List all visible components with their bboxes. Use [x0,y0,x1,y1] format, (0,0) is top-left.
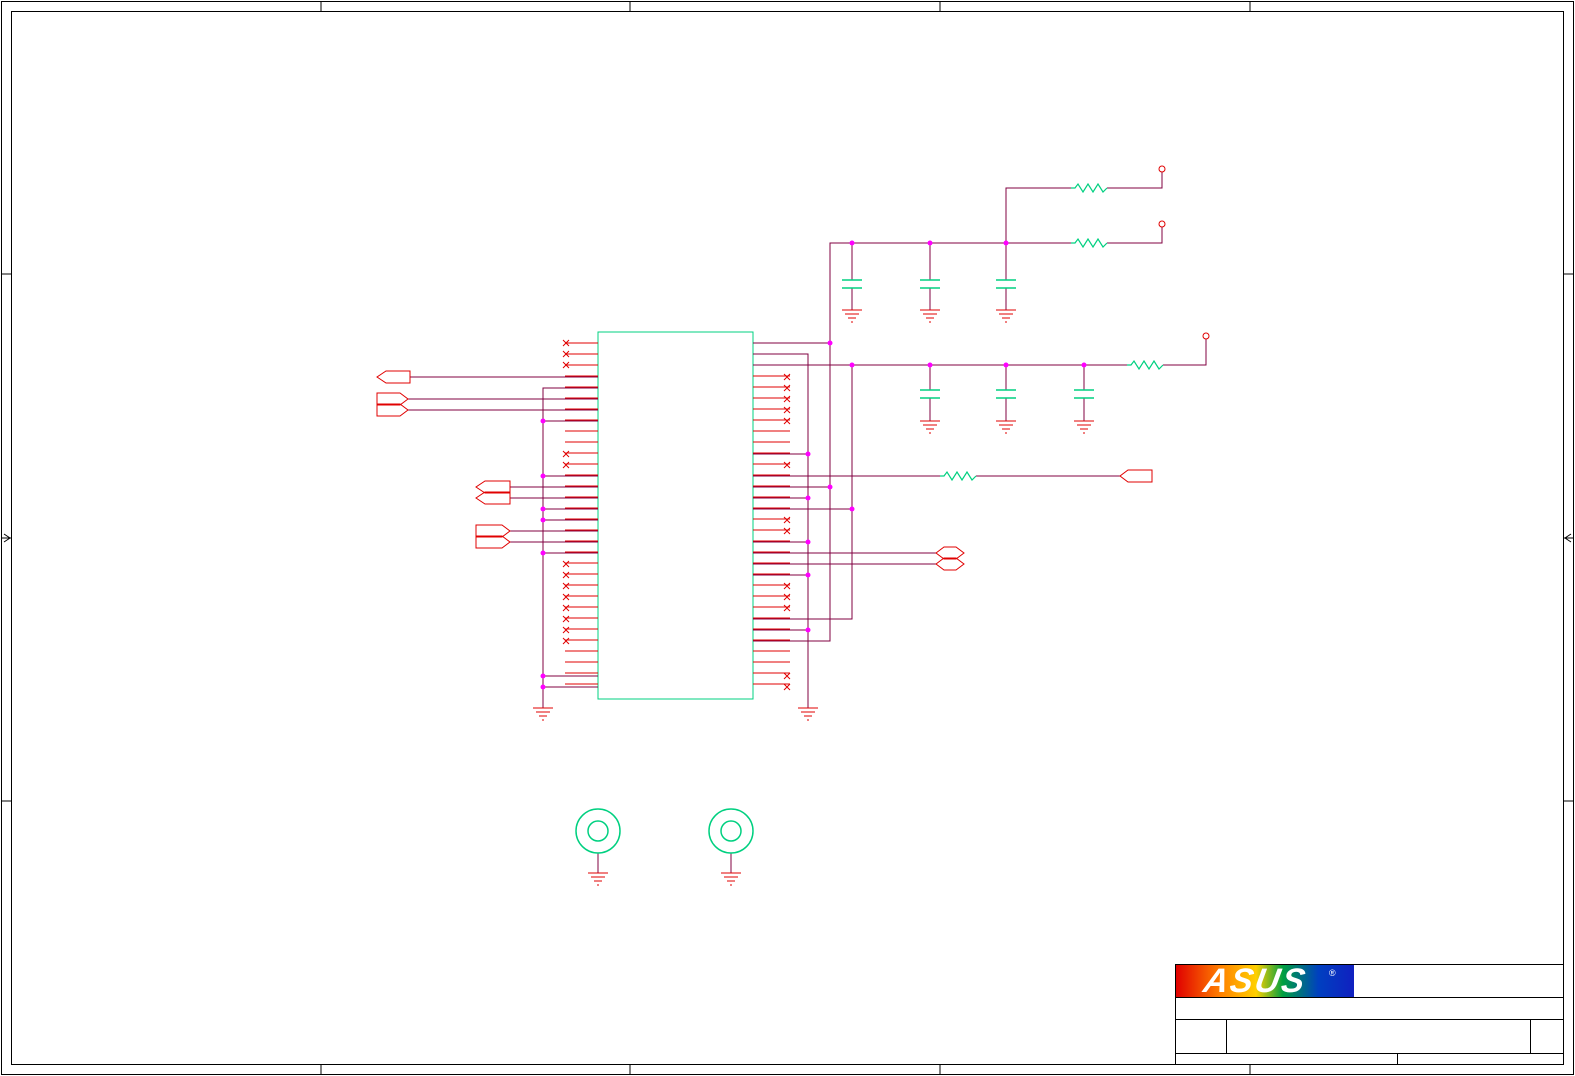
junction-dot [805,451,811,457]
junction-dot [540,473,546,479]
junction-dot [849,362,855,368]
junction-dot [827,340,833,346]
power-terminal [1202,332,1210,340]
junction-dot [1003,240,1009,246]
junction-dot [805,539,811,545]
sheet-background [0,0,1575,1076]
junction-dot [849,240,855,246]
asus-logo: ASUS ® [1176,962,1354,1000]
junction-dot [805,495,811,501]
junction-dot [827,484,833,490]
junction-dot [540,673,546,679]
junction-dot [540,517,546,523]
power-terminal [1158,220,1166,228]
junction-dot [1003,362,1009,368]
junction-dot [1081,362,1087,368]
junction-dot [849,506,855,512]
junction-dot [927,240,933,246]
logo-registered-mark: ® [1329,968,1336,978]
schematic-sheet: ASUS ® [0,0,1575,1076]
junction-dot [805,572,811,578]
power-terminal [1158,165,1166,173]
logo-text: ASUS [1200,962,1310,1000]
junction-dot [540,506,546,512]
junction-dot [540,684,546,690]
junction-dot [927,362,933,368]
junction-dot [805,627,811,633]
junction-dot [540,418,546,424]
junction-dot [540,550,546,556]
